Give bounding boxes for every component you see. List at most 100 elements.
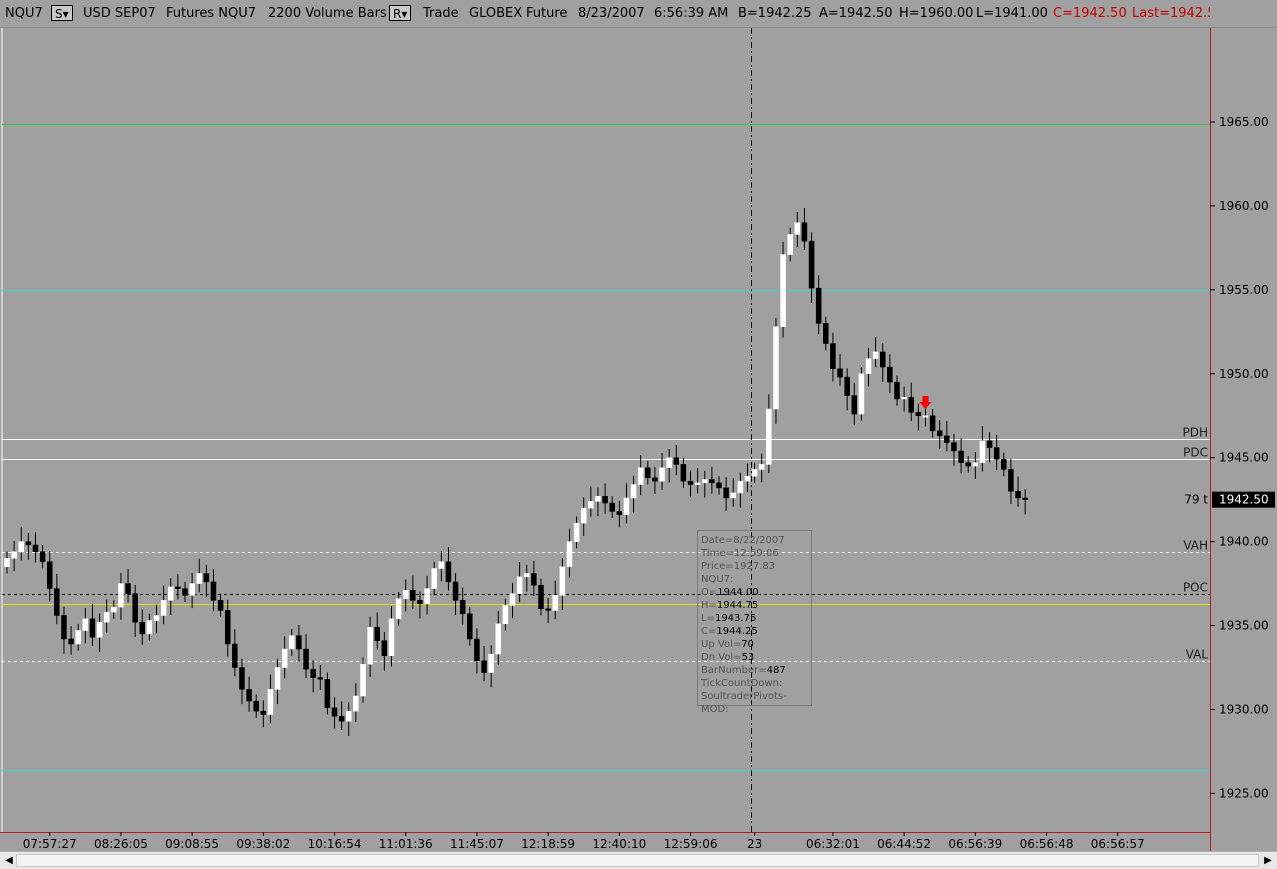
candle-body [929, 415, 936, 432]
tooltip-low: L=1943.75 [701, 613, 757, 624]
x-tick-label: 06:56:57 [1091, 837, 1145, 851]
candle-body [431, 568, 437, 589]
candle-body [666, 457, 672, 469]
candle-body [474, 638, 480, 662]
y-tick-label: 1955.00 [1219, 283, 1269, 297]
x-tick-label: 06:56:39 [948, 837, 1002, 851]
candle-body [289, 635, 295, 650]
candle-body [189, 583, 195, 596]
candle-body [381, 640, 388, 657]
candle-body [630, 484, 637, 499]
candle-body [160, 600, 167, 616]
tooltip-open: O=1944.00 [701, 587, 759, 598]
horizontal-scrollbar[interactable]: ◀ ▶ [0, 851, 1277, 869]
x-tick-label: 23 [747, 837, 762, 851]
candle-body [224, 610, 231, 645]
candle-body [346, 710, 352, 722]
candle-body [459, 600, 466, 615]
x-tick-label: 12:40:10 [592, 837, 646, 851]
y-tick-label: 1950.00 [1219, 367, 1269, 381]
candle-body [1022, 497, 1028, 500]
candle-body [239, 667, 245, 690]
candle-body [880, 351, 886, 368]
r-dropdown[interactable]: R▾ [389, 5, 412, 21]
chart-window: PDH PDC VAH POC VAL 1925.00 1930.00 1935.00 1940… [0, 0, 1277, 869]
candle-body [673, 457, 680, 465]
tooltip-price: Price=1927.83 [701, 561, 776, 572]
candle-body [488, 653, 494, 673]
candle-body [495, 623, 502, 655]
tooltip-study: SoultraderPivots-MOD: [701, 691, 787, 715]
candle-body [637, 467, 644, 485]
level-label-val: VAL [1186, 648, 1209, 662]
candle-body [203, 573, 210, 583]
y-tick-label: 1940.00 [1219, 535, 1269, 549]
candle-body [139, 621, 146, 635]
s-dropdown[interactable]: S▾ [51, 5, 73, 21]
candle-body [388, 618, 395, 657]
candle-body [858, 373, 865, 415]
candle-body [901, 397, 907, 400]
candle-body [267, 689, 274, 715]
candle-body [210, 581, 217, 601]
y-tick-label: 1945.00 [1219, 451, 1269, 465]
candle-body [844, 376, 850, 396]
x-tick-label: 09:08:55 [165, 837, 219, 851]
bid-label: B=1942.25 [738, 6, 812, 21]
candle-body [702, 479, 708, 484]
candle-body [787, 234, 793, 255]
date-label: 8/23/2007 [578, 6, 645, 21]
level-label-pdh: PDH [1183, 426, 1209, 440]
candle-body [595, 496, 601, 502]
x-tick-label: 12:59:06 [664, 837, 718, 851]
candle-body [452, 581, 459, 601]
candle-body [353, 695, 359, 712]
plot-background [0, 0, 1277, 851]
tooltip-time: Time=12:59:06 [701, 548, 779, 559]
candle-body [402, 590, 409, 599]
candle-body [588, 501, 594, 509]
scroll-track[interactable] [16, 854, 1259, 867]
y-tick-label: 1935.00 [1219, 619, 1269, 633]
dropdown-arrow-icon: ▾ [62, 7, 69, 21]
candle-body [1015, 491, 1021, 499]
candle-body [196, 573, 202, 584]
candle-body [502, 605, 509, 625]
candle-body [75, 630, 81, 645]
candle-body [395, 598, 402, 620]
candle-body [709, 479, 715, 484]
candle-body [310, 668, 316, 678]
exchange-label: GLOBEX [469, 6, 523, 21]
candle-body [573, 522, 580, 542]
ask-label: A=1942.50 [819, 6, 893, 21]
candle-body [175, 586, 181, 589]
price-chart[interactable]: PDH PDC VAH POC VAL 1925.00 1930.00 1935.00 1940… [0, 0, 1277, 869]
candle-body [815, 287, 822, 324]
candle-body [687, 480, 694, 485]
candle-body [445, 561, 452, 583]
candle-body [367, 626, 373, 665]
candle-body [509, 593, 516, 606]
candle-body [936, 430, 943, 437]
candle-body [979, 440, 986, 463]
candle-body [132, 593, 138, 623]
candle-body [830, 343, 836, 369]
candle-body [82, 618, 89, 631]
candle-body [438, 561, 445, 569]
candle-body [296, 635, 302, 650]
candle-body [68, 638, 74, 645]
x-tick-label: 06:56:48 [1020, 837, 1074, 851]
candle-body [872, 351, 879, 359]
candle-body [986, 440, 993, 448]
level-label-poc: POC [1183, 581, 1208, 595]
x-tick-label: 08:26:05 [94, 837, 148, 851]
candle-body [737, 480, 744, 494]
candle-body [865, 358, 872, 375]
candle-body [758, 464, 765, 470]
scroll-right-icon[interactable]: ▶ [1261, 854, 1275, 867]
scroll-left-icon[interactable]: ◀ [2, 854, 16, 867]
candle-body [773, 326, 779, 410]
candle-body [780, 254, 786, 328]
candle-body [39, 551, 46, 563]
contract-type-label: Futures NQU7 [166, 6, 257, 21]
